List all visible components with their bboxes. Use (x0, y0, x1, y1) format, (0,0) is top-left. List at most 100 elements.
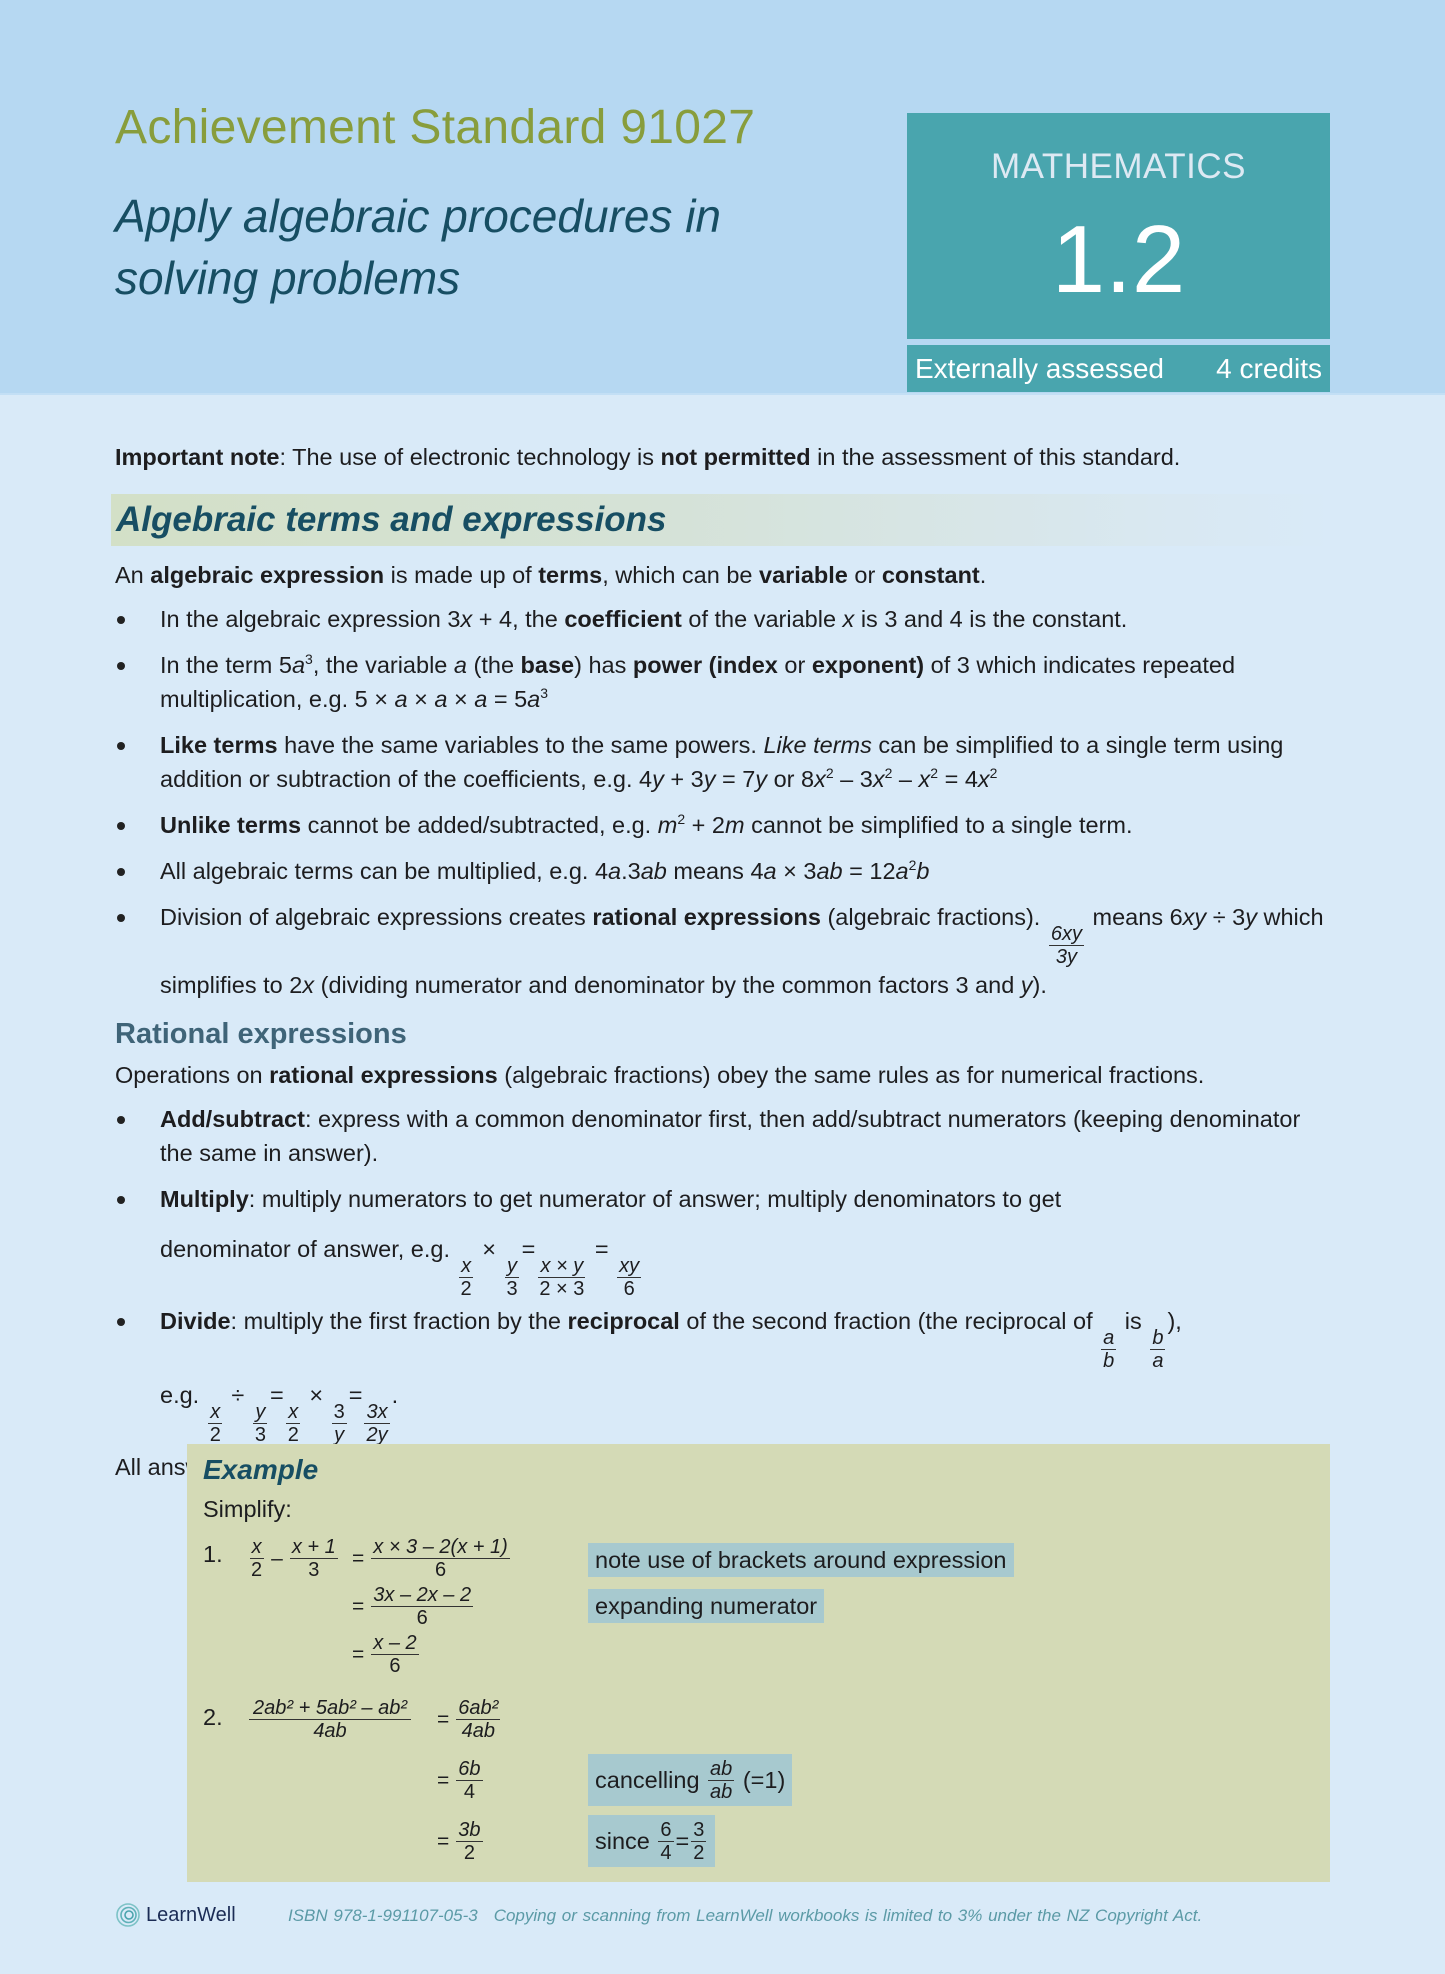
section-intro: An algebraic expression is made up of te… (115, 558, 1330, 592)
text: Operations on (115, 1062, 270, 1088)
numerator: 6ab² (456, 1697, 501, 1720)
text: (the (466, 652, 521, 678)
copyright-notice: Copying or scanning from LearnWell workb… (493, 1906, 1203, 1925)
fraction: 3b 2 (456, 1819, 483, 1864)
note-emphasis: not permitted (660, 444, 811, 470)
footer-text: ISBN 978-1-991107-05-3 Copying or scannin… (288, 1906, 1202, 1926)
text: In the algebraic expression 3 (160, 606, 461, 632)
variable: ab (640, 858, 667, 884)
term: exponent) (811, 652, 925, 678)
operator: = (675, 1828, 690, 1854)
variable: a (434, 686, 448, 712)
text: = 7 (715, 766, 756, 792)
variable: a (763, 858, 777, 884)
term: Divide (160, 1308, 231, 1334)
denominator: ab (710, 1780, 733, 1803)
text: + 3 (663, 766, 704, 792)
variable: x (918, 766, 931, 792)
variable: a (291, 652, 306, 678)
variable: a (453, 652, 467, 678)
text: = 4 (938, 766, 978, 792)
denominator: 2 (251, 1559, 263, 1581)
exponent: 3 (305, 651, 313, 667)
text: × (407, 686, 435, 712)
fraction: y3 (253, 1401, 268, 1446)
denominator: 3 (308, 1559, 320, 1581)
standard-subtitle: Apply algebraic procedures in solving pr… (115, 190, 722, 304)
numerator: a (1101, 1327, 1117, 1350)
text: (dividing numerator and denominator by t… (314, 972, 1021, 998)
denominator: 2 (463, 1842, 475, 1864)
fraction: x × y2 × 3 (537, 1255, 586, 1300)
operator: = (348, 1382, 363, 1408)
denominator: b (1103, 1350, 1115, 1372)
note-text: in the assessment of this standard. (810, 444, 1181, 470)
problem-2-label: 2. (203, 1704, 223, 1730)
text: ). (1032, 972, 1047, 998)
denominator: 2 (693, 1841, 705, 1864)
problem-2-step-3: = 3b 2 (432, 1819, 485, 1864)
text: , which can be (602, 562, 760, 588)
problem-2-step-2: = 6b 4 (432, 1758, 485, 1803)
variable: a (527, 686, 541, 712)
equals: = (352, 1594, 365, 1618)
fraction: 3y (331, 1401, 347, 1446)
callout-brackets: note use of brackets around expression (588, 1543, 1014, 1577)
term: constant (881, 562, 980, 588)
term: rational expressions (592, 904, 821, 930)
denominator: 2 (209, 1424, 221, 1446)
fraction: 6xy 3y (1048, 923, 1084, 968)
main-content: Important note: The use of electronic te… (111, 440, 1338, 1484)
exponent: 2 (677, 811, 686, 827)
standard-title: Achievement Standard 91027 (115, 101, 756, 154)
text: . (391, 1382, 399, 1408)
multiply-example: denominator of answer, e.g. x2 × y 3 = x × … (160, 1232, 1330, 1300)
page-header: Achievement Standard 91027 Apply algebra… (0, 0, 1445, 395)
numerator: y (253, 1401, 268, 1424)
divide-example: e.g. x2 ÷ y 3 = x 2 × 3 y = 3x 2y. (160, 1378, 1330, 1446)
variable: b (916, 858, 930, 884)
operator: – (271, 1546, 283, 1570)
list-item: In the algebraic expression 3x + 4, the … (115, 602, 1330, 636)
numerator: 6 (658, 1818, 674, 1842)
text: since (595, 1828, 650, 1854)
denominator: 6 (434, 1559, 447, 1581)
example-title: Example (203, 1454, 319, 1485)
exponent: 2 (989, 765, 998, 781)
text: = 12 (842, 858, 896, 884)
variable: a (895, 858, 909, 884)
text: : multiply numerators to get numerator o… (248, 1186, 1062, 1212)
assessment-bar: Externally assessed 4 credits (907, 345, 1330, 392)
text: ) has (574, 652, 633, 678)
term: Add/subtract (160, 1106, 305, 1132)
numerator: x (208, 1401, 223, 1424)
text: (algebraic fractions). (820, 904, 1047, 930)
page-footer: LearnWell ISBN 978-1-991107-05-3 Copying … (115, 1900, 1330, 1934)
section-intro: Operations on rational expressions (alge… (115, 1058, 1330, 1092)
section-heading-algebraic-terms: Algebraic terms and expressions (111, 494, 1338, 546)
equals: = (437, 1707, 450, 1731)
fraction: ab ab (708, 1758, 735, 1803)
text: All algebraic terms can be multiplied, e… (160, 858, 609, 884)
denominator: y (334, 1424, 345, 1446)
numerator: xy (617, 1255, 642, 1278)
text: Division of algebraic expressions create… (160, 904, 593, 930)
problem-2-lhs: 2ab² + 5ab² – ab² 4ab (247, 1697, 413, 1742)
fraction: 6ab² 4ab (456, 1697, 501, 1742)
term: rational expressions (269, 1062, 498, 1088)
callout-expanding: expanding numerator (588, 1589, 825, 1623)
operator: = (521, 1236, 536, 1262)
text: have the same variables to the same powe… (277, 732, 764, 758)
fraction: 3x – 2x – 26 (371, 1584, 474, 1629)
denominator: 6 (623, 1278, 635, 1300)
rational-operations-list: Add/subtract: express with a common deno… (115, 1102, 1330, 1446)
variable: ab (816, 858, 843, 884)
operator: = (269, 1382, 284, 1408)
text: – 3 (833, 766, 873, 792)
text: (=1) (742, 1767, 786, 1793)
variable: x (302, 972, 315, 998)
numerator: 2ab² + 5ab² – ab² (249, 1697, 411, 1720)
fraction: ba (1150, 1327, 1166, 1372)
numerator: 3x – 2x – 2 (371, 1584, 474, 1607)
term: Unlike terms (160, 812, 302, 838)
